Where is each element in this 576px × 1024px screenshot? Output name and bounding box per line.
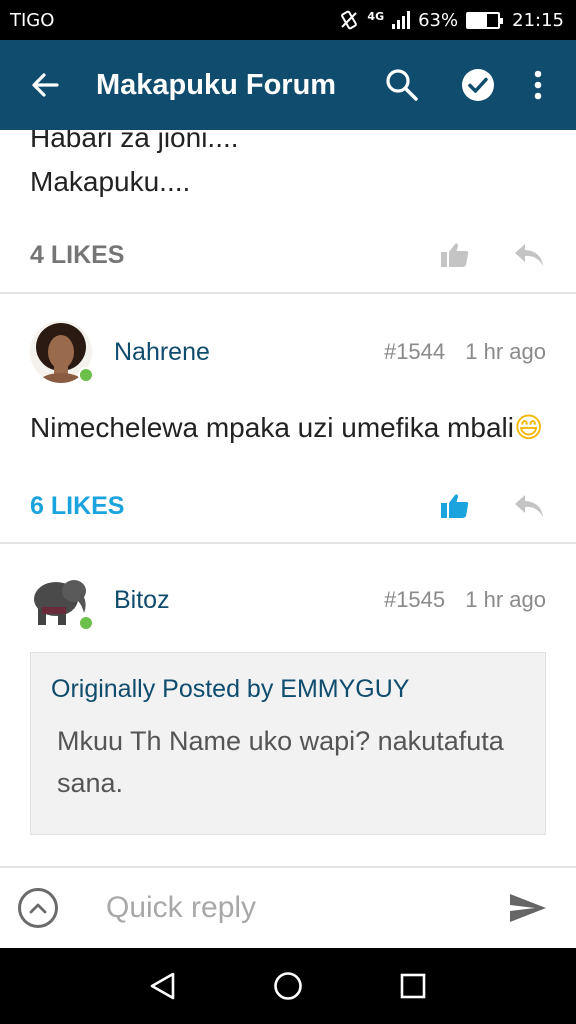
post-body: Habari za jioni.... Makapuku.... [0,130,576,204]
signal-icon [392,11,411,29]
quick-reply-input[interactable] [106,891,498,925]
post-header: Nahrene #1544 1 hr ago [0,302,576,402]
nav-back-icon [150,972,174,1000]
quote-attribution[interactable]: Originally Posted by EMMYGUY [51,675,523,704]
post-time: 1 hr ago [465,587,546,612]
status-bar: TIGO 4G 63% 21:15 [0,0,576,40]
clock: 21:15 [512,9,564,31]
chevron-up-icon [29,903,47,914]
post-actions: 4 LIKES [0,226,576,284]
nav-recents-button[interactable] [383,956,443,1016]
send-button[interactable] [498,878,558,938]
divider [0,542,576,544]
vibrate-icon [341,10,358,30]
post-text-line: Makapuku.... [30,166,191,197]
nav-recents-icon [401,973,426,999]
system-nav-bar [0,948,576,1024]
mark-read-button[interactable] [448,40,508,130]
send-icon [510,894,546,922]
post-time: 1 hr ago [465,339,546,364]
battery-level-fill [468,13,488,27]
battery-icon [466,11,504,29]
like-button[interactable] [438,238,472,272]
back-button[interactable] [0,40,90,130]
app-bar: Makapuku Forum [0,40,576,130]
thumbs-up-icon [441,494,469,518]
online-indicator [78,615,94,631]
nav-home-button[interactable] [258,956,318,1016]
post: Nahrene #1544 1 hr ago Nimechelewa mpaka… [0,302,576,536]
post-actions: 6 LIKES [0,476,576,536]
username[interactable]: Nahrene [114,338,370,367]
post-number[interactable]: #1544 [384,339,445,364]
nav-home-icon [274,972,302,1000]
reply-icon [515,495,543,517]
page-title: Makapuku Forum [96,68,337,101]
avatar[interactable] [30,569,94,631]
like-button[interactable] [438,489,472,523]
more-vert-icon [534,70,542,100]
carrier-label: TIGO [10,9,55,31]
more-options-button[interactable] [508,40,568,130]
post-text: Nimechelewa mpaka uzi umefika mbali [30,412,514,443]
post-meta: #1545 1 hr ago [370,587,546,613]
search-button[interactable] [372,40,432,130]
search-icon [386,69,418,101]
avatar[interactable] [30,321,94,383]
battery-percent: 63% [418,9,459,31]
thread-content[interactable]: Habari za jioni.... Makapuku.... 4 LIKES [0,130,576,866]
post: Habari za jioni.... Makapuku.... 4 LIKES [0,130,576,284]
reply-button[interactable] [512,238,546,272]
quote-block: Originally Posted by EMMYGUY Mkuu Th Nam… [30,652,546,835]
status-indicators: 4G 63% 21:15 [339,10,564,31]
post-body: Nimechelewa mpaka uzi umefika mbali😄 [0,406,576,450]
expand-reply-button[interactable] [18,888,58,928]
network-type-label: 4G [367,9,385,23]
divider [0,292,576,294]
nav-back-button[interactable] [133,956,193,1016]
quick-reply-bar [0,866,576,948]
username[interactable]: Bitoz [114,586,370,615]
quote-text: Mkuu Th Name uko wapi? nakutafuta sana. [57,726,504,798]
reply-button[interactable] [512,489,546,523]
grinning-emoji-icon: 😄 [513,411,544,444]
online-indicator [78,367,94,383]
post-number[interactable]: #1545 [384,587,445,612]
reply-icon [515,244,543,266]
post-header: Bitoz #1545 1 hr ago [0,550,576,650]
post: Bitoz #1545 1 hr ago Originally Posted b… [0,550,576,835]
check-circle-icon [462,69,494,101]
likes-count[interactable]: 6 LIKES [30,492,398,521]
back-arrow-icon [32,73,59,97]
likes-count[interactable]: 4 LIKES [30,241,398,270]
thumbs-up-icon [441,243,469,267]
post-meta: #1544 1 hr ago [370,339,546,365]
post-text-line: Habari za jioni.... [30,130,239,153]
